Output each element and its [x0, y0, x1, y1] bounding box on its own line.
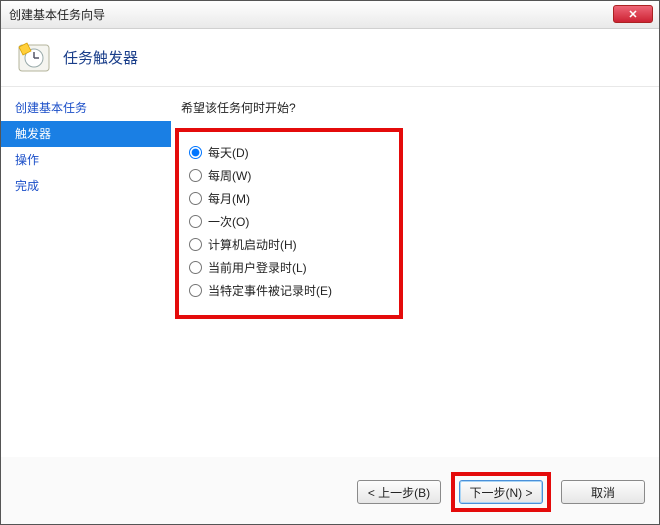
cancel-button[interactable]: 取消	[561, 480, 645, 504]
option-monthly[interactable]: 每月(M)	[189, 190, 389, 207]
option-label[interactable]: 当前用户登录时(L)	[208, 259, 307, 276]
option-label[interactable]: 每天(D)	[208, 144, 249, 161]
option-label[interactable]: 一次(O)	[208, 213, 249, 230]
sidebar-item-trigger[interactable]: 触发器	[1, 121, 171, 147]
sidebar-item-action[interactable]: 操作	[1, 147, 171, 173]
page-title: 任务触发器	[63, 47, 138, 68]
radio-on-event[interactable]	[189, 284, 202, 297]
option-on-event[interactable]: 当特定事件被记录时(E)	[189, 282, 389, 299]
option-label[interactable]: 计算机启动时(H)	[208, 236, 297, 253]
sidebar-item-label: 触发器	[15, 127, 51, 141]
sidebar-item-create-basic-task[interactable]: 创建基本任务	[1, 95, 171, 121]
radio-once[interactable]	[189, 215, 202, 228]
sidebar-item-label: 创建基本任务	[15, 101, 87, 115]
option-label[interactable]: 每月(M)	[208, 190, 250, 207]
clock-task-icon	[17, 41, 51, 75]
title-bar: 创建基本任务向导 ✕	[1, 1, 659, 29]
options-highlight-box: 每天(D) 每周(W) 每月(M) 一次(O) 计算机启动时(H)	[175, 128, 403, 319]
radio-on-logon[interactable]	[189, 261, 202, 274]
wizard-window: 创建基本任务向导 ✕ 任务触发器 创建基本任务 触发器 操作	[0, 0, 660, 525]
sidebar-item-label: 操作	[15, 153, 39, 167]
sidebar-item-finish[interactable]: 完成	[1, 173, 171, 199]
trigger-prompt: 希望该任务何时开始?	[181, 99, 643, 116]
next-highlight-box: 下一步(N) >	[451, 472, 551, 512]
radio-weekly[interactable]	[189, 169, 202, 182]
next-button[interactable]: 下一步(N) >	[459, 480, 543, 504]
option-label[interactable]: 每周(W)	[208, 167, 251, 184]
radio-on-startup[interactable]	[189, 238, 202, 251]
wizard-header: 任务触发器	[1, 29, 659, 87]
radio-monthly[interactable]	[189, 192, 202, 205]
option-on-logon[interactable]: 当前用户登录时(L)	[189, 259, 389, 276]
option-on-startup[interactable]: 计算机启动时(H)	[189, 236, 389, 253]
window-title: 创建基本任务向导	[9, 6, 105, 23]
wizard-body: 创建基本任务 触发器 操作 完成 希望该任务何时开始? 每天(D)	[1, 87, 659, 457]
option-daily[interactable]: 每天(D)	[189, 144, 389, 161]
sidebar-item-label: 完成	[15, 179, 39, 193]
option-label[interactable]: 当特定事件被记录时(E)	[208, 282, 332, 299]
radio-daily[interactable]	[189, 146, 202, 159]
option-weekly[interactable]: 每周(W)	[189, 167, 389, 184]
close-button[interactable]: ✕	[613, 5, 653, 23]
wizard-footer: < 上一步(B) 下一步(N) > 取消	[357, 472, 645, 512]
option-once[interactable]: 一次(O)	[189, 213, 389, 230]
wizard-content: 希望该任务何时开始? 每天(D) 每周(W) 每月(M) 一次(O)	[171, 87, 659, 457]
close-icon: ✕	[628, 8, 637, 21]
wizard-sidebar: 创建基本任务 触发器 操作 完成	[1, 87, 171, 457]
back-button[interactable]: < 上一步(B)	[357, 480, 441, 504]
